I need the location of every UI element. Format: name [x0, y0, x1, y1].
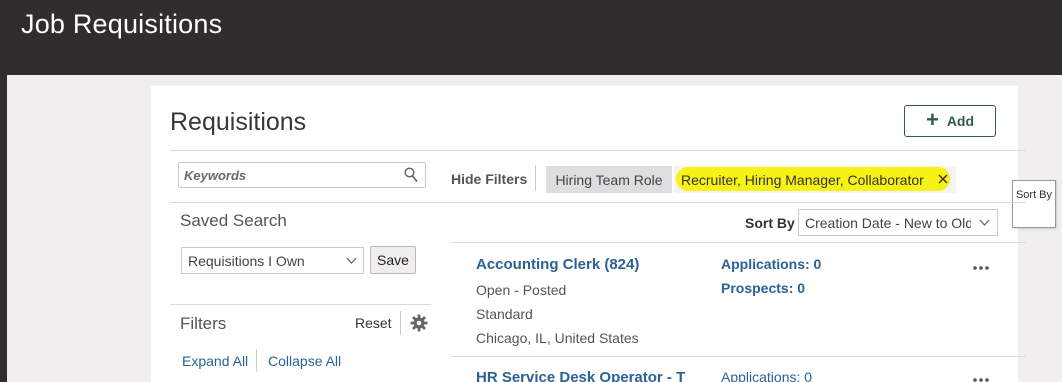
divider: [256, 349, 257, 372]
divider: [451, 242, 1026, 243]
search-icon[interactable]: [404, 167, 418, 183]
divider: [170, 304, 431, 305]
requisition-location: Chicago, IL, United States: [476, 330, 639, 346]
close-icon[interactable]: [936, 172, 950, 186]
saved-search-label: Saved Search: [180, 211, 287, 230]
divider: [400, 311, 401, 335]
filter-chip-label[interactable]: Hiring Team Role: [546, 166, 672, 193]
filters-heading: Filters: [180, 314, 227, 333]
sort-by-select[interactable]: Creation Date - New to Old: [798, 209, 998, 236]
more-actions-icon[interactable]: [972, 377, 990, 382]
hide-filters-link[interactable]: Hide Filters: [451, 171, 527, 187]
sort-by-value: Creation Date - New to Old: [805, 214, 971, 231]
reset-link[interactable]: Reset: [355, 315, 392, 331]
applications-count-link[interactable]: Applications: 0: [721, 369, 812, 382]
gear-icon[interactable]: [410, 314, 428, 332]
add-button-label: Add: [946, 113, 975, 129]
plus-icon: +: [925, 107, 939, 132]
app-title: Job Requisitions: [21, 9, 223, 39]
saved-search-value: Requisitions I Own: [188, 252, 305, 269]
divider: [170, 202, 1026, 203]
requisition-title-link[interactable]: Accounting Clerk (824): [476, 256, 639, 273]
save-button[interactable]: Save: [370, 246, 416, 274]
requisition-status: Open - Posted: [476, 282, 567, 298]
applications-count-link[interactable]: Applications: 0: [721, 256, 821, 272]
requisition-title-link[interactable]: HR Service Desk Operator - T: [476, 369, 685, 382]
more-actions-icon[interactable]: [972, 265, 990, 271]
left-frame-strip: [0, 75, 7, 382]
saved-search-select[interactable]: Requisitions I Own: [181, 247, 364, 274]
app-header: Job Requisitions: [0, 0, 1062, 75]
keyword-search-field[interactable]: [178, 162, 426, 188]
divider: [170, 150, 1026, 151]
collapse-all-link[interactable]: Collapse All: [268, 353, 341, 369]
keyword-search-input[interactable]: [179, 163, 399, 187]
divider: [535, 165, 536, 191]
filter-chip-value-text: Recruiter, Hiring Manager, Collaborator: [681, 171, 924, 188]
chevron-down-icon: [346, 257, 357, 264]
sort-by-tooltip: Sort By: [1012, 180, 1056, 228]
prospects-count-link[interactable]: Prospects: 0: [721, 280, 805, 296]
add-button[interactable]: + Add: [904, 105, 996, 137]
divider: [451, 356, 1026, 357]
chevron-down-icon: [979, 219, 990, 226]
page-title: Requisitions: [170, 108, 307, 136]
requisition-type: Standard: [476, 306, 533, 322]
filter-chip-value[interactable]: Recruiter, Hiring Manager, Collaborator: [674, 166, 956, 193]
sort-by-label: Sort By: [745, 215, 795, 231]
expand-all-link[interactable]: Expand All: [182, 353, 248, 369]
